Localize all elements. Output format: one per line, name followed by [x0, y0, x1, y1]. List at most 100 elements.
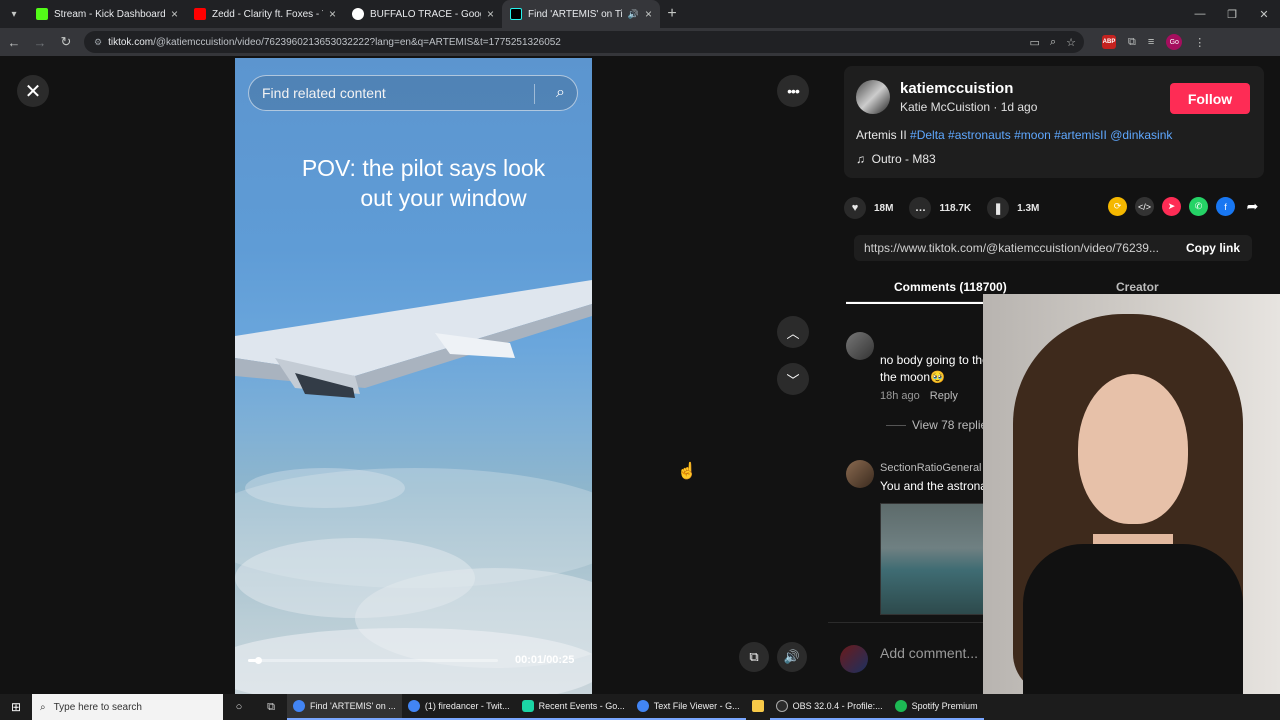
save-button[interactable]: ❚ 1.3M — [987, 197, 1039, 219]
video-progress-bar[interactable] — [248, 657, 498, 664]
taskbar-app[interactable]: Text File Viewer - G... — [630, 694, 746, 720]
close-tab-icon[interactable]: × — [487, 7, 494, 21]
taskbar-app[interactable]: (1) firedancer - Twit... — [401, 694, 516, 720]
share-arrow-icon[interactable]: ➦ — [1243, 197, 1262, 216]
close-tab-icon[interactable]: × — [645, 7, 652, 21]
chrome-icon — [636, 700, 649, 712]
hashtag-link[interactable]: #moon — [1014, 128, 1051, 142]
copy-link-button[interactable]: Copy link — [1174, 235, 1252, 261]
browser-tab-bar: ▾ Stream - Kick Dashboard × Zedd - Clari… — [0, 0, 1280, 28]
taskbar-app-label: Recent Events - Go... — [538, 701, 625, 711]
task-view-icon[interactable]: ⧉ — [255, 694, 287, 720]
browser-tab[interactable]: Zedd - Clarity ft. Foxes - YouTube × — [186, 0, 344, 28]
hashtag-link[interactable]: #astronauts — [948, 128, 1011, 142]
view-replies-label: View 78 replies — [912, 418, 994, 432]
video-player[interactable]: Find related content ⌕ POV: the pilot sa… — [235, 58, 592, 694]
tab-search-icon[interactable]: ▾ — [0, 0, 28, 28]
mention-link[interactable]: @dinkasink — [1110, 128, 1172, 142]
taskbar-app[interactable]: Find 'ARTEMIS' on ... — [287, 694, 402, 720]
commenter-username[interactable]: SectionRatioGeneral — [880, 462, 982, 474]
search-divider — [534, 84, 535, 104]
close-window-icon[interactable]: ✕ — [1248, 0, 1280, 28]
bookmark-star-icon[interactable]: ☆ — [1066, 36, 1076, 49]
tab-creator-videos[interactable]: Creator — [1116, 280, 1159, 294]
search-icon[interactable]: ⌕ — [556, 84, 565, 102]
close-tab-icon[interactable]: × — [329, 7, 336, 21]
facebook-icon[interactable]: f — [1216, 197, 1235, 216]
music-title: Outro - M83 — [871, 152, 936, 166]
browser-tab-active[interactable]: Find 'ARTEMIS' on TikTok | TikTok 🔊 × — [502, 0, 660, 28]
video-description: Artemis II #Delta #astronauts #moon #art… — [856, 128, 1172, 142]
previous-video-icon[interactable]: ︿ — [777, 316, 809, 348]
save-count: 1.3M — [1017, 202, 1040, 214]
whatsapp-icon[interactable]: ✆ — [1189, 197, 1208, 216]
video-progress-handle[interactable] — [255, 657, 262, 664]
search-icon: ⌕ — [40, 701, 46, 713]
tiktok-icon — [510, 8, 522, 20]
next-video-icon[interactable]: ﹀ — [777, 363, 809, 395]
comment-image[interactable] — [880, 503, 993, 615]
profile-avatar-icon[interactable]: Go — [1166, 34, 1183, 50]
music-link[interactable]: ♫ Outro - M83 — [856, 152, 936, 166]
taskbar-app[interactable]: OBS 32.0.4 - Profile:... — [769, 694, 889, 720]
extensions-puzzle-icon[interactable]: ⧉ — [1128, 36, 1136, 49]
hashtag-link[interactable]: #Delta — [910, 128, 945, 142]
browser-tab[interactable]: BUFFALO TRACE - Google Search × — [344, 0, 502, 28]
commenter-avatar[interactable] — [846, 332, 874, 360]
related-search-input[interactable]: Find related content ⌕ — [248, 75, 578, 111]
browser-tab[interactable]: Stream - Kick Dashboard × — [28, 0, 186, 28]
windows-start-icon[interactable]: ⊞ — [0, 694, 32, 720]
add-comment-input[interactable]: Add comment... — [880, 645, 978, 661]
webcam-person-top — [1023, 544, 1243, 694]
reload-icon[interactable]: ↻ — [54, 30, 78, 54]
commenter-avatar[interactable] — [846, 460, 874, 488]
tab-title: Find 'ARTEMIS' on TikTok | TikTok — [528, 8, 622, 20]
media-controls-icon[interactable]: ≡ — [1148, 36, 1154, 48]
back-icon[interactable]: ← — [2, 30, 26, 54]
share-icons: ⟳ </> ➤ ✆ f ➦ — [1108, 197, 1262, 216]
tab-comments[interactable]: Comments (118700) — [846, 280, 1053, 304]
reply-button[interactable]: Reply — [930, 390, 958, 402]
zoom-icon[interactable]: ⌕ — [1050, 36, 1056, 49]
adblock-icon[interactable]: ABP — [1102, 35, 1116, 49]
extensions-area: ABP ⧉ ≡ Go ⋮ — [1102, 34, 1205, 50]
taskbar-app-label: Spotify Premium — [911, 701, 978, 711]
send-icon[interactable]: ➤ — [1162, 197, 1181, 216]
description-text: Artemis II — [856, 128, 911, 142]
menu-kebab-icon[interactable]: ⋮ — [1194, 36, 1205, 49]
forward-icon[interactable]: → — [28, 30, 52, 54]
close-tab-icon[interactable]: × — [171, 7, 178, 21]
url-path: /@katiemccuistion/video/7623960213653032… — [153, 36, 561, 48]
cast-icon[interactable]: ▭ — [1030, 36, 1040, 49]
like-button[interactable]: ♥ 18M — [844, 197, 893, 219]
embed-icon[interactable]: </> — [1135, 197, 1154, 216]
minimize-icon[interactable]: — — [1184, 0, 1216, 28]
streamelements-icon — [521, 700, 534, 712]
close-icon[interactable]: ✕ — [17, 75, 49, 107]
repost-icon[interactable]: ⟳ — [1108, 197, 1127, 216]
picture-in-picture-icon[interactable]: ⧉ — [739, 642, 769, 672]
new-tab-button[interactable]: + — [660, 2, 684, 26]
taskbar-app[interactable]: Recent Events - Go... — [515, 694, 631, 720]
bookmark-icon: ❚ — [987, 197, 1010, 219]
site-info-icon[interactable]: ⚙ — [94, 37, 102, 48]
volume-icon[interactable]: 🔊 — [777, 642, 807, 672]
share-link-url[interactable]: https://www.tiktok.com/@katiemccuistion/… — [864, 241, 1174, 255]
follow-button[interactable]: Follow — [1170, 83, 1250, 114]
share-link-box: https://www.tiktok.com/@katiemccuistion/… — [854, 235, 1252, 261]
creator-username[interactable]: katiemccuistion — [900, 80, 1013, 97]
taskbar-app[interactable]: Spotify Premium — [888, 694, 984, 720]
cortana-icon[interactable]: ○ — [223, 694, 255, 720]
comment-count: 118.7K — [939, 202, 972, 214]
more-options-icon[interactable]: ••• — [777, 75, 809, 107]
creator-display-line: Katie McCuistion · 1d ago — [900, 100, 1038, 114]
comment-button[interactable]: … 118.7K — [909, 197, 971, 219]
creator-avatar[interactable] — [856, 80, 890, 114]
video-timecode: 00:01/00:25 — [515, 654, 575, 666]
hashtag-link[interactable]: #artemisII — [1054, 128, 1107, 142]
restore-icon[interactable]: ❐ — [1216, 0, 1248, 28]
address-bar[interactable]: ⚙ tiktok.com/@katiemccuistion/video/7623… — [84, 31, 1084, 53]
taskbar-app[interactable] — [746, 694, 770, 720]
audio-playing-icon[interactable]: 🔊 — [628, 9, 639, 20]
taskbar-search-box[interactable]: ⌕ Type here to search — [32, 694, 223, 720]
